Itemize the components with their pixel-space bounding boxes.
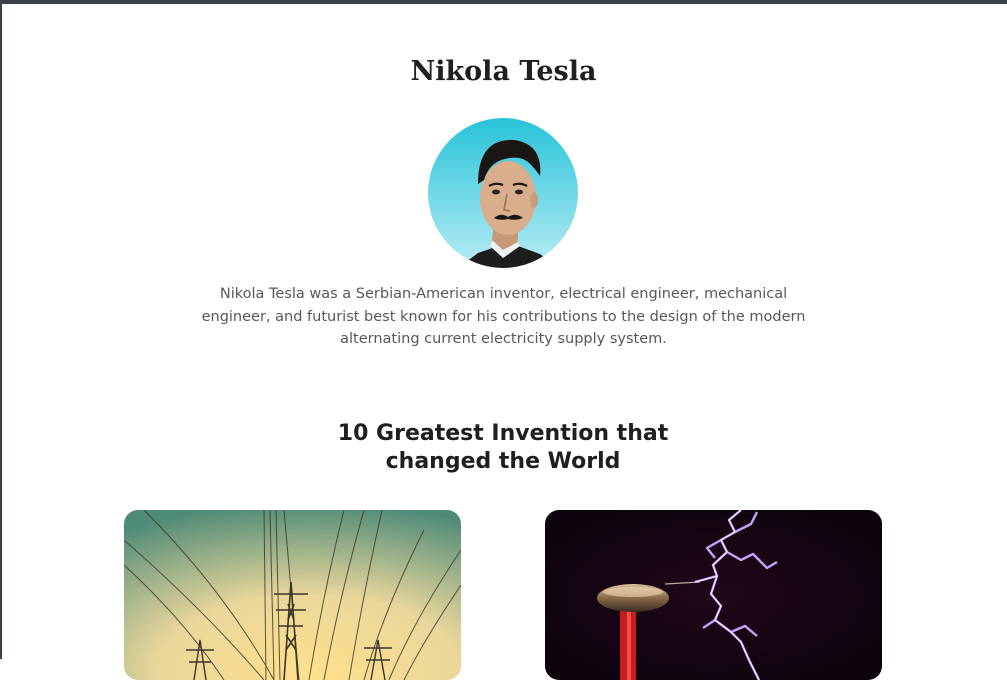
inventions-heading: 10 Greatest Invention that changed the W… xyxy=(303,420,703,476)
window-left-edge xyxy=(0,0,2,659)
portrait-image xyxy=(428,118,578,268)
power-lines-image xyxy=(124,510,461,680)
invention-card-power-lines[interactable] xyxy=(124,510,461,680)
page-title: Nikola Tesla xyxy=(410,56,597,87)
window-top-bar xyxy=(0,0,1007,4)
inventions-heading-line1: 10 Greatest Invention that xyxy=(337,421,669,446)
tesla-coil-image xyxy=(545,510,882,680)
inventions-heading-line2: changed the World xyxy=(385,449,621,474)
bio-text: Nikola Tesla was a Serbian-American inve… xyxy=(201,286,806,347)
invention-card-tesla-coil[interactable] xyxy=(545,510,882,680)
